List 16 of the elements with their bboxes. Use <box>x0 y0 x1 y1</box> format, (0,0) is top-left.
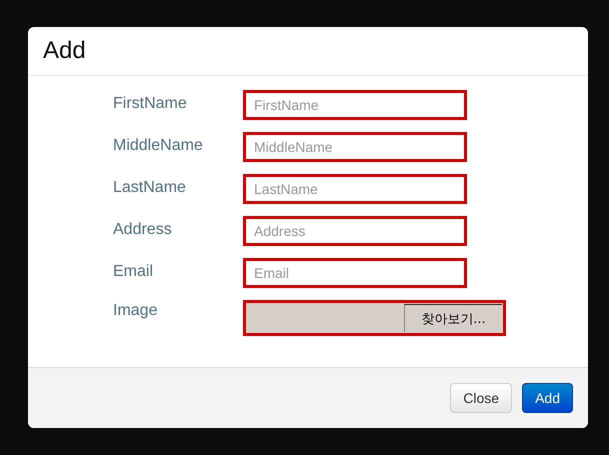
input-field[interactable]: MiddleName <box>243 132 467 162</box>
field-label: LastName <box>113 179 187 198</box>
field-label: Email <box>113 263 154 282</box>
input-field[interactable]: Address <box>243 216 467 246</box>
field-label: Address <box>113 221 173 240</box>
field-label: MiddleName <box>113 137 204 156</box>
input-field[interactable]: Email <box>243 258 467 288</box>
field-label: Image <box>113 301 158 321</box>
dialog-title: Add <box>43 37 86 65</box>
close-button[interactable]: Close <box>450 382 512 412</box>
input-field[interactable]: FirstName <box>243 90 467 120</box>
field-label: FirstName <box>113 95 188 114</box>
input-field[interactable]: LastName <box>243 174 467 204</box>
browse-button[interactable]: 찾아보기... <box>404 304 502 332</box>
file-input[interactable]: 찾아보기... <box>243 300 506 336</box>
add-button[interactable]: Add <box>522 382 573 412</box>
